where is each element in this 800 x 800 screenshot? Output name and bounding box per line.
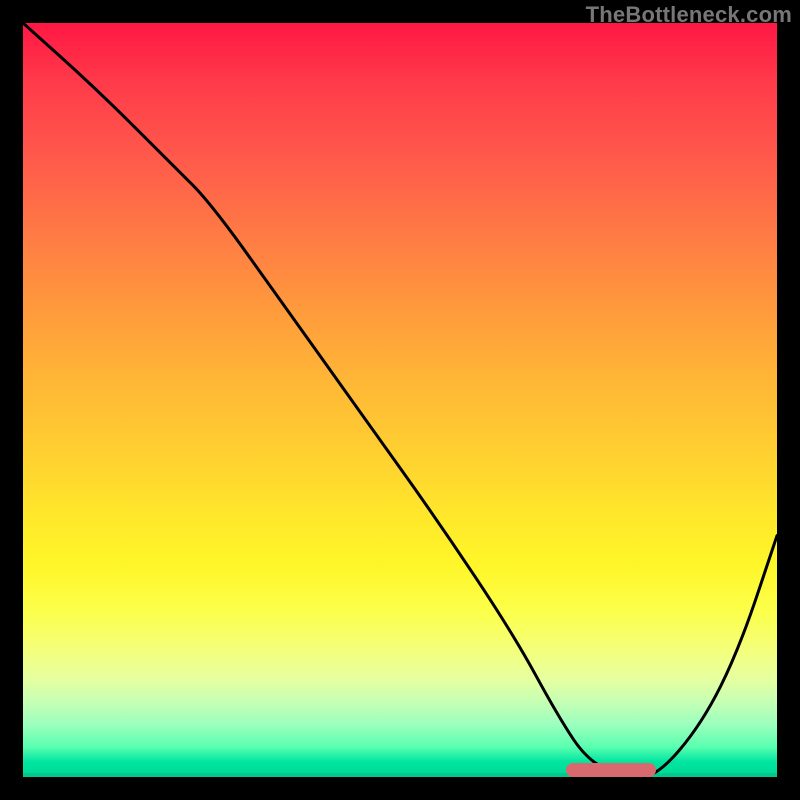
curve-path bbox=[23, 23, 777, 777]
optimal-range-marker bbox=[566, 763, 656, 777]
bottleneck-curve bbox=[23, 23, 777, 777]
plot-area bbox=[23, 23, 777, 777]
chart-canvas: TheBottleneck.com bbox=[0, 0, 800, 800]
